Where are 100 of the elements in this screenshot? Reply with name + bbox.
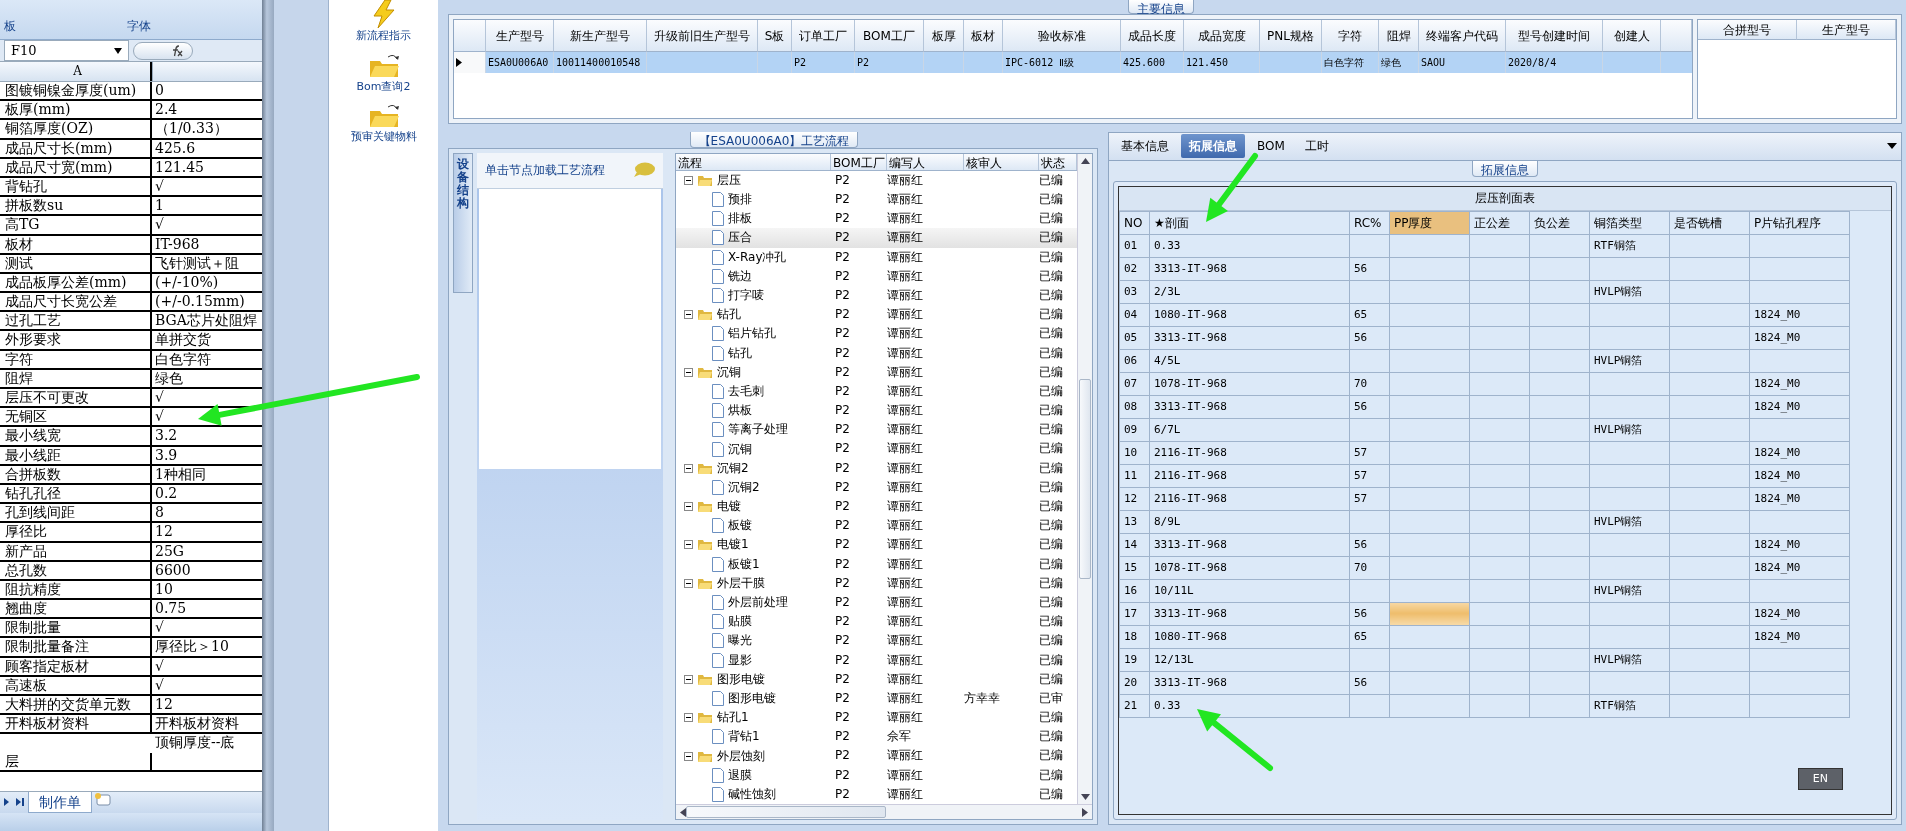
column-header[interactable]: 板材	[964, 20, 1003, 52]
scrollbar[interactable]	[676, 804, 1092, 819]
tree-row[interactable]: 排板 P2 谭丽红 已编	[676, 209, 1077, 229]
column-header[interactable]: 正公差	[1469, 211, 1530, 235]
tree-row[interactable]: 图形电镀 P2 谭丽红 已编	[676, 669, 1077, 689]
scrollbar[interactable]	[1077, 153, 1092, 804]
column-header[interactable]: 升级前旧生产型号	[647, 20, 758, 52]
tree-row[interactable]: 预排 P2 谭丽红 已编	[676, 190, 1077, 210]
tree-row[interactable]: 贴膜 P2 谭丽红 已编	[676, 612, 1077, 632]
tree-row[interactable]: 图形电镀 P2 谭丽红 方幸幸 已审	[676, 688, 1077, 709]
tree-row[interactable]: 沉铜 P2 谭丽红 已编	[676, 439, 1077, 459]
tree-row[interactable]: 钻孔 P2 谭丽红 已编	[676, 305, 1077, 325]
column-header[interactable]: 是否铣槽	[1669, 211, 1750, 235]
table-row[interactable]: 11 2116-IT-968 57 1824_M0	[1119, 464, 1850, 488]
tab[interactable]: BOM	[1249, 134, 1293, 159]
column-header[interactable]: 成品长度	[1121, 20, 1184, 52]
column-header[interactable]: ★剖面	[1149, 211, 1350, 235]
name-box[interactable]: F10	[4, 39, 129, 62]
column-header[interactable]: 负公差	[1529, 211, 1590, 235]
table-row[interactable]: 18 1080-IT-968 65 1824_M0	[1119, 625, 1850, 649]
tree-row[interactable]: 钻孔 P2 谭丽红 已编	[676, 343, 1077, 363]
table-row[interactable]: 08 3313-IT-968 56 1824_M0	[1119, 395, 1850, 419]
tree-row[interactable]: 电镀1 P2 谭丽红 已编	[676, 535, 1077, 555]
table-row[interactable]: 02 3313-IT-968 56	[1119, 257, 1850, 281]
column-header[interactable]: S板	[758, 20, 792, 52]
scroll-thumb[interactable]	[1079, 378, 1091, 579]
tree-row[interactable]: 钻孔1 P2 谭丽红 已编	[676, 708, 1077, 728]
tree-row[interactable]: 背钻1 P2 佘军 已编	[676, 727, 1077, 747]
table-row[interactable]: 07 1078-IT-968 70 1824_M0	[1119, 372, 1850, 396]
table-row[interactable]: 09 6/7L HVLP铜箔	[1119, 418, 1850, 442]
tree-row[interactable]: 电镀 P2 谭丽红 已编	[676, 497, 1077, 517]
language-indicator[interactable]: EN	[1797, 767, 1843, 790]
table-row[interactable]: 05 3313-IT-968 56 1824_M0	[1119, 326, 1850, 350]
column-header[interactable]: 型号创建时间	[1506, 20, 1603, 52]
tree-row[interactable]: 外层前处理 P2 谭丽红 已编	[676, 592, 1077, 613]
table-row[interactable]: 16 10/11L HVLP铜箔	[1119, 579, 1850, 603]
formula-button[interactable]	[133, 41, 193, 60]
column-header[interactable]: 生产型号	[486, 20, 554, 52]
tree-row[interactable]: 曝光 P2 谭丽红 已编	[676, 631, 1077, 651]
column-header[interactable]: 合拼型号	[1698, 20, 1797, 40]
tree-row[interactable]: 层压 P2 谭丽红 已编	[676, 170, 1077, 190]
column-header[interactable]: 终端客户代码	[1419, 20, 1506, 52]
table-row[interactable]: 17 3313-IT-968 56 1824_M0	[1119, 602, 1850, 626]
tree-row[interactable]: 沉铜 P2 谭丽红 已编	[676, 362, 1077, 382]
table-row[interactable]: 12 2116-IT-968 57 1824_M0	[1119, 487, 1850, 511]
table-row[interactable]: 01 0.33 RTF铜箔	[1119, 234, 1850, 258]
tree-row[interactable]: 显影 P2 谭丽红 已编	[676, 650, 1077, 670]
tree-row[interactable]: 铝片钻孔 P2 谭丽红 已编	[676, 324, 1077, 344]
table-row[interactable]: 13 8/9L HVLP铜箔	[1119, 510, 1850, 534]
column-header[interactable]: 板厚	[924, 20, 964, 52]
tree-row[interactable]: 退膜 P2 谭丽红 已编	[676, 765, 1077, 785]
column-header[interactable]: 流程	[676, 153, 831, 170]
toolbox-label[interactable]: 新流程指示	[356, 28, 411, 45]
column-header[interactable]: 订单工厂	[792, 20, 855, 52]
splitter[interactable]	[262, 0, 274, 831]
tree-row[interactable]: 压合 P2 谭丽红 已编	[676, 228, 1077, 248]
table-row[interactable]: 19 12/13L HVLP铜箔	[1119, 648, 1850, 672]
column-header[interactable]: PP厚度	[1389, 211, 1470, 235]
scroll-thumb[interactable]	[686, 806, 886, 818]
column-header[interactable]: RC%	[1349, 211, 1390, 235]
table-row[interactable]: 10 2116-IT-968 57 1824_M0	[1119, 441, 1850, 465]
tree-row[interactable]: 碱性蚀刻 P2 谭丽红 已编	[676, 784, 1077, 804]
column-header[interactable]: BOM工厂	[831, 153, 887, 170]
column-header[interactable]: 字符	[1322, 20, 1379, 52]
table-row[interactable]: ESA0U006A0 10011400010548 P2 P2 IPC-6012 Ⅱ级 425.600 121.450 白色字符 绿色 SAOU 2020/8/4	[454, 52, 1692, 73]
column-header[interactable]: 编写人	[887, 153, 964, 170]
column-header[interactable]: 创建人	[1603, 20, 1661, 52]
table-row[interactable]: 15 1078-IT-968 70 1824_M0	[1119, 556, 1850, 580]
tree-row[interactable]: 外层蚀刻 P2 谭丽红 已编	[676, 746, 1077, 766]
tree-row[interactable]: 板镀 P2 谭丽红 已编	[676, 516, 1077, 536]
table-row[interactable]: 04 1080-IT-968 65 1824_M0	[1119, 303, 1850, 327]
column-header[interactable]: 核审人	[964, 153, 1039, 170]
column-header[interactable]: 验收标准	[1003, 20, 1121, 52]
table-row[interactable]: 14 3313-IT-968 56 1824_M0	[1119, 533, 1850, 557]
tree-row[interactable]: 铣边 P2 谭丽红 已编	[676, 266, 1077, 286]
sheet-tab[interactable]: 制作单	[28, 791, 92, 813]
tree-row[interactable]: 等离子处理 P2 谭丽红 已编	[676, 420, 1077, 440]
tab[interactable]: 拓展信息	[1181, 134, 1245, 159]
table-row[interactable]: 20 3313-IT-968 56	[1119, 671, 1850, 695]
column-header[interactable]: 铜箔类型	[1589, 211, 1670, 235]
tree-row[interactable]: X-Ray冲孔 P2 谭丽红 已编	[676, 247, 1077, 267]
tree-row[interactable]: 板镀1 P2 谭丽红 已编	[676, 554, 1077, 574]
table-row[interactable]: 06 4/5L HVLP铜箔	[1119, 349, 1850, 373]
tree-row[interactable]: 去毛刺 P2 谭丽红 已编	[676, 381, 1077, 402]
side-tab[interactable]: 设备结构	[453, 152, 473, 293]
toolbox-label[interactable]: Bom查询2	[356, 78, 411, 95]
column-header[interactable]: 新生产型号	[554, 20, 647, 52]
column-header[interactable]: P片钻孔程序	[1749, 211, 1850, 235]
column-header[interactable]: PNL规格	[1260, 20, 1322, 52]
tree-row[interactable]: 沉铜2 P2 谭丽红 已编	[676, 458, 1077, 478]
toolbox-label[interactable]: 预审关键物料	[350, 129, 417, 146]
column-header[interactable]: BOM工厂	[855, 20, 924, 52]
tree-row[interactable]: 烘板 P2 谭丽红 已编	[676, 401, 1077, 421]
tree-row[interactable]: 外层干膜 P2 谭丽红 已编	[676, 573, 1077, 593]
column-header[interactable]: 阻焊	[1379, 20, 1419, 52]
tab[interactable]: 工时	[1296, 134, 1337, 159]
column-header[interactable]: NO	[1119, 211, 1150, 235]
tab[interactable]: 基本信息	[1113, 134, 1177, 159]
tree-row[interactable]: 沉铜2 P2 谭丽红 已编	[676, 477, 1077, 497]
table-row[interactable]: 03 2/3L HVLP铜箔	[1119, 280, 1850, 304]
